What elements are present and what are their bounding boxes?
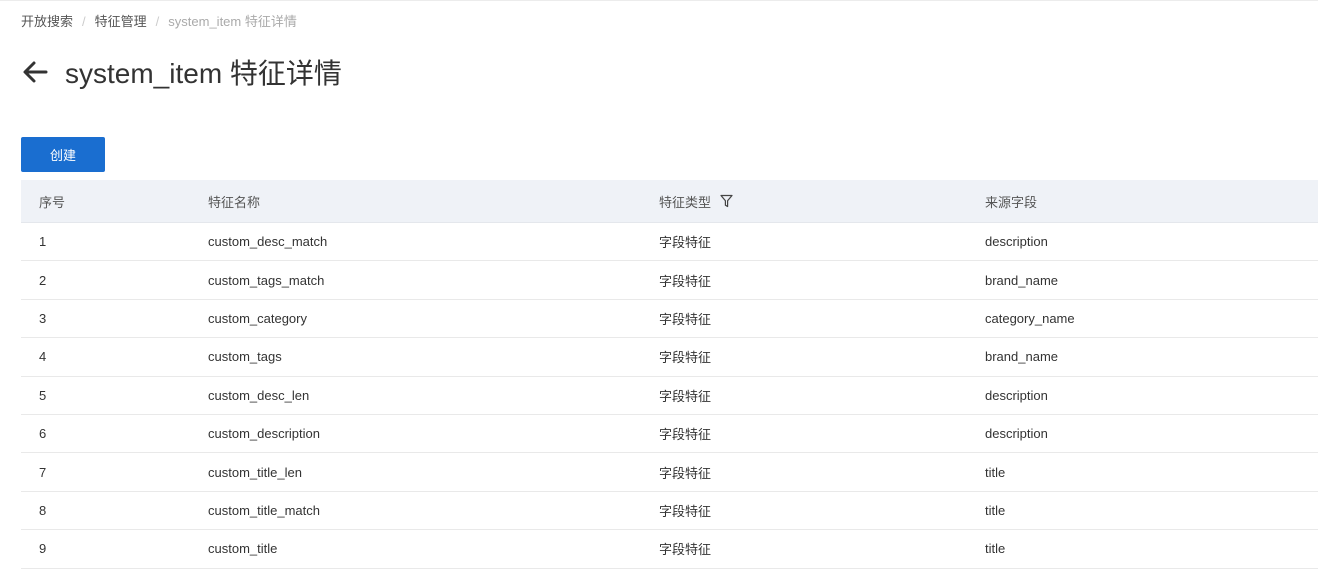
cell-source-field: brand_name: [985, 349, 1058, 365]
cell-index: 8: [39, 502, 47, 518]
breadcrumb-separator: /: [82, 14, 86, 29]
cell-feature-name: custom_title: [208, 541, 278, 557]
cell-source-field: description: [985, 234, 1048, 250]
cell-feature-type: 字段特征: [659, 311, 712, 327]
filter-funnel-icon[interactable]: [720, 194, 733, 208]
cell-source-field: title: [985, 541, 1006, 557]
top-divider: [0, 0, 1318, 1]
cell-source-field: title: [985, 502, 1006, 518]
cell-index: 7: [39, 464, 47, 480]
cell-feature-name: custom_title_len: [208, 464, 302, 480]
cell-index: 3: [39, 310, 47, 326]
table-body: 1 custom_desc_match 字段特征 description 2 custom…: [21, 223, 1318, 569]
feature-table: 序号 特征名称 特征类型 来源字段 1 custom_desc_match 字段特征…: [21, 180, 1318, 569]
cell-feature-name: custom_desc_len: [208, 387, 310, 403]
breadcrumb-separator: /: [155, 14, 160, 29]
cell-index: 4: [39, 349, 47, 365]
column-header-feature-type-label: 特征类型: [659, 194, 712, 210]
cell-feature-type: 字段特征: [659, 235, 712, 251]
column-header-feature-type: 特征类型: [659, 192, 985, 211]
cell-feature-type: 字段特征: [659, 273, 712, 289]
table-row: 4 custom_tags 字段特征 brand_name: [21, 338, 1318, 377]
cell-feature-type: 字段特征: [659, 465, 712, 481]
cell-feature-type: 字段特征: [659, 350, 712, 366]
table-row: 8 custom_title_match 字段特征 title: [21, 492, 1318, 531]
cell-source-field: description: [985, 387, 1048, 403]
arrow-left-icon[interactable]: [21, 58, 49, 86]
breadcrumb-item-feature-management[interactable]: 特征管理: [95, 14, 147, 30]
cell-feature-name: custom_tags: [208, 349, 282, 365]
cell-source-field: category_name: [985, 310, 1075, 326]
cell-feature-type: 字段特征: [659, 388, 712, 404]
cell-index: 1: [39, 234, 47, 250]
table-row: 3 custom_category 字段特征 category_name: [21, 300, 1318, 339]
cell-source-field: brand_name: [985, 272, 1058, 288]
table-row: 9 custom_title 字段特征 title: [21, 530, 1318, 569]
table-row: 6 custom_description 字段特征 description: [21, 415, 1318, 454]
column-header-index: 序号: [39, 194, 66, 210]
cell-feature-name: custom_tags_match: [208, 272, 325, 288]
cell-feature-name: custom_category: [208, 310, 307, 326]
table-header: 序号 特征名称 特征类型 来源字段: [21, 180, 1318, 223]
cell-index: 2: [39, 272, 47, 288]
cell-feature-name: custom_title_match: [208, 502, 320, 518]
cell-feature-type: 字段特征: [659, 542, 712, 558]
cell-index: 9: [39, 541, 47, 557]
column-header-source-field: 来源字段: [985, 194, 1038, 210]
column-header-feature-name: 特征名称: [208, 194, 261, 210]
cell-index: 5: [39, 387, 47, 403]
breadcrumb-item-open-search[interactable]: 开放搜索: [21, 14, 73, 30]
breadcrumb: 开放搜索 / 特征管理 / system_item 特征详情: [21, 14, 297, 30]
table-row: 7 custom_title_len 字段特征 title: [21, 453, 1318, 492]
cell-index: 6: [39, 426, 47, 442]
page-title: system_item 特征详情: [65, 58, 342, 89]
cell-feature-name: custom_desc_match: [208, 234, 328, 250]
table-row: 2 custom_tags_match 字段特征 brand_name: [21, 261, 1318, 300]
cell-source-field: description: [985, 426, 1048, 442]
cell-feature-type: 字段特征: [659, 427, 712, 443]
create-button[interactable]: 创建: [21, 137, 105, 172]
table-row: 5 custom_desc_len 字段特征 description: [21, 377, 1318, 415]
breadcrumb-item-current: system_item 特征详情: [168, 14, 297, 29]
cell-feature-name: custom_description: [208, 426, 320, 442]
cell-feature-type: 字段特征: [659, 503, 712, 519]
page-header: system_item 特征详情: [21, 52, 342, 92]
table-row: 1 custom_desc_match 字段特征 description: [21, 223, 1318, 262]
cell-source-field: title: [985, 464, 1006, 480]
